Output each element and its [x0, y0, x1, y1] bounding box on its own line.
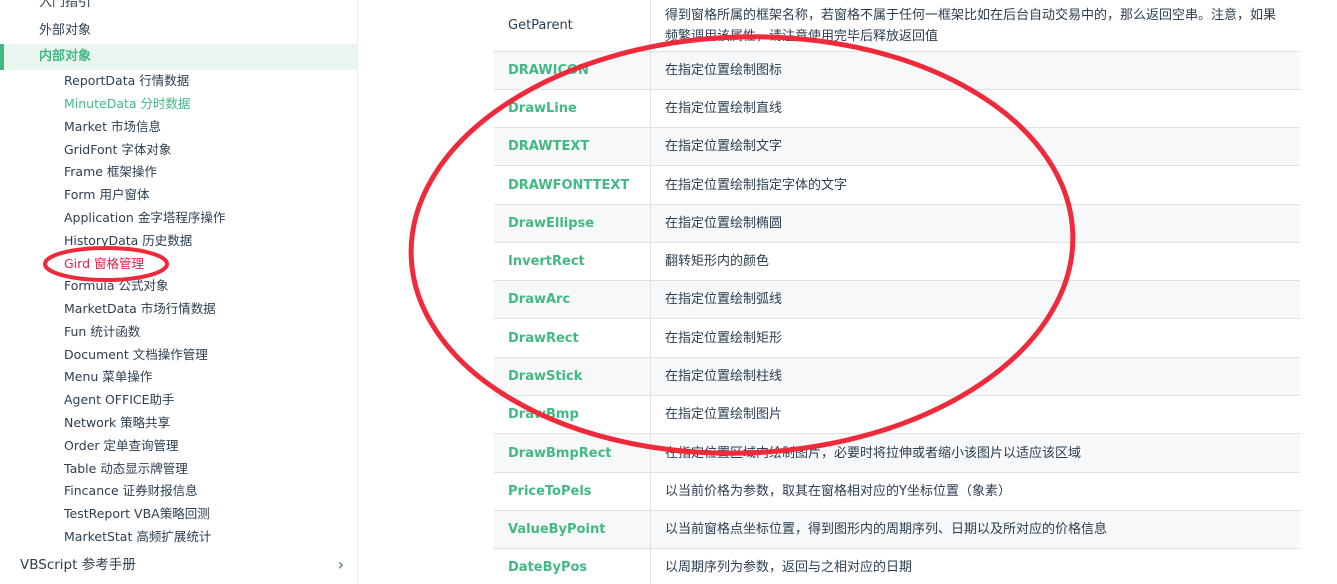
method-link[interactable]: PriceToPels	[494, 473, 651, 510]
method-desc: 以当前价格为参数，取其在窗格相对应的Y坐标位置（象素）	[665, 484, 1011, 499]
method-link[interactable]: DrawLine	[494, 90, 651, 127]
method-link[interactable]: DrawEllipse	[494, 205, 651, 242]
sidebar-subitem-marketstat[interactable]: MarketStat 高频扩展统计	[0, 528, 357, 546]
table-row: DateByPos 以周期序列为参数，返回与之相对应的日期	[494, 549, 1300, 584]
table-row: DrawRect 在指定位置绘制矩形	[494, 319, 1300, 358]
table-row: GetParent 得到窗格所属的框架名称，若窗格不属于任何一框架比如在后台自动…	[494, 0, 1300, 52]
method-link[interactable]: ValueByPoint	[494, 511, 651, 548]
sidebar-subitem-marketdata[interactable]: MarketData 市场行情数据	[0, 300, 357, 318]
sidebar-subitem-fincance[interactable]: Fincance 证券财报信息	[0, 482, 357, 500]
sidebar-subitem-table[interactable]: Table 动态显示牌管理	[0, 460, 357, 478]
table-row: InvertRect 翻转矩形内的颜色	[494, 243, 1300, 281]
sidebar-item-internal-objects[interactable]: 内部对象	[0, 44, 357, 70]
method-desc: 在指定位置区域内绘制图片，必要时将拉伸或者缩小该图片以适应该区域	[665, 445, 1082, 461]
method-name: GetParent	[494, 0, 651, 51]
table-row: DrawBmpRect 在指定位置区域内绘制图片，必要时将拉伸或者缩小该图片以适…	[494, 434, 1300, 473]
table-row: DrawBmp 在指定位置绘制图片	[494, 396, 1300, 434]
method-desc: 在指定位置绘制图标	[665, 63, 783, 78]
sidebar-subitem-menu[interactable]: Menu 菜单操作	[0, 368, 357, 386]
method-link[interactable]: DrawArc	[494, 281, 651, 318]
table-row: DRAWICON 在指定位置绘制图标	[494, 52, 1300, 90]
sidebar-section-vbscript[interactable]: VBScript 参考手册 ›	[0, 556, 357, 574]
sidebar-subitem-market[interactable]: Market 市场信息	[0, 118, 357, 136]
table-row: DrawLine 在指定位置绘制直线	[494, 90, 1300, 128]
method-desc: 以当前窗格点坐标位置，得到图形内的周期序列、日期以及所对应的价格信息	[665, 522, 1108, 537]
method-link[interactable]: InvertRect	[494, 243, 651, 280]
table-row: ValueByPoint 以当前窗格点坐标位置，得到图形内的周期序列、日期以及所…	[494, 511, 1300, 549]
sidebar-subitem-frame[interactable]: Frame 框架操作	[0, 163, 357, 181]
table-row: DRAWTEXT 在指定位置绘制文字	[494, 128, 1300, 166]
sidebar-subitem-fun[interactable]: Fun 统计函数	[0, 323, 357, 341]
sidebar-subitem-network[interactable]: Network 策略共享	[0, 414, 357, 432]
sidebar-subitem-agent[interactable]: Agent OFFICE助手	[0, 391, 357, 409]
method-link[interactable]: DRAWTEXT	[494, 128, 651, 165]
table-row: DrawArc 在指定位置绘制弧线	[494, 281, 1300, 319]
method-desc: 在指定位置绘制文字	[665, 139, 783, 154]
method-link[interactable]: DrawStick	[494, 358, 651, 395]
sidebar-section-label: VBScript 参考手册	[20, 557, 136, 573]
table-row: PriceToPels 以当前价格为参数，取其在窗格相对应的Y坐标位置（象素）	[494, 473, 1300, 511]
chevron-right-icon: ›	[337, 555, 344, 574]
method-desc: 在指定位置绘制椭圆	[665, 216, 783, 231]
sidebar-subitem-minutedata[interactable]: MinuteData 分时数据	[0, 95, 357, 113]
sidebar-subitem-gird[interactable]: Gird 窗格管理	[0, 255, 357, 273]
method-link[interactable]: DRAWFONTTEXT	[494, 166, 651, 204]
method-link[interactable]: DrawBmp	[494, 396, 651, 433]
sidebar: 入门指引 外部对象 内部对象 ReportData 行情数据 MinuteDat…	[0, 0, 358, 584]
table-row: DRAWFONTTEXT 在指定位置绘制指定字体的文字	[494, 166, 1300, 205]
sidebar-subitem-order[interactable]: Order 定单查询管理	[0, 437, 357, 455]
sidebar-subitem-application[interactable]: Application 金字塔程序操作	[0, 209, 357, 227]
method-desc: 得到窗格所属的框架名称，若窗格不属于任何一框架比如在后台自动交易中的，那么返回空…	[665, 7, 1277, 44]
sidebar-subitem-form[interactable]: Form 用户窗体	[0, 186, 357, 204]
sidebar-subitem-historydata[interactable]: HistoryData 历史数据	[0, 232, 357, 250]
sidebar-subitem-reportdata[interactable]: ReportData 行情数据	[0, 72, 357, 90]
table-row: DrawStick 在指定位置绘制柱线	[494, 358, 1300, 396]
method-link[interactable]: DRAWICON	[494, 52, 651, 89]
method-link[interactable]: DrawBmpRect	[494, 434, 651, 472]
sidebar-subitem-testreport[interactable]: TestReport VBA策略回测	[0, 505, 357, 523]
sidebar-subitem-gridfont[interactable]: GridFont 字体对象	[0, 141, 357, 159]
method-desc: 在指定位置绘制图片	[665, 407, 783, 422]
table-row: DrawEllipse 在指定位置绘制椭圆	[494, 205, 1300, 243]
method-desc: 在指定位置绘制直线	[665, 101, 783, 116]
method-desc: 以周期序列为参数，返回与之相对应的日期	[665, 560, 913, 575]
sidebar-subitem-document[interactable]: Document 文档操作管理	[0, 346, 357, 364]
method-desc: 在指定位置绘制矩形	[665, 330, 783, 346]
method-desc: 翻转矩形内的颜色	[665, 254, 770, 269]
sidebar-item-external-objects[interactable]: 外部对象	[0, 22, 357, 40]
method-desc: 在指定位置绘制指定字体的文字	[665, 177, 848, 193]
method-desc: 在指定位置绘制柱线	[665, 369, 783, 384]
sidebar-item-getting-started[interactable]: 入门指引	[0, 0, 357, 12]
method-link[interactable]: DateByPos	[494, 549, 651, 584]
method-link[interactable]: DrawRect	[494, 319, 651, 357]
sidebar-subitem-formula[interactable]: Formula 公式对象	[0, 277, 357, 295]
method-desc: 在指定位置绘制弧线	[665, 292, 783, 307]
